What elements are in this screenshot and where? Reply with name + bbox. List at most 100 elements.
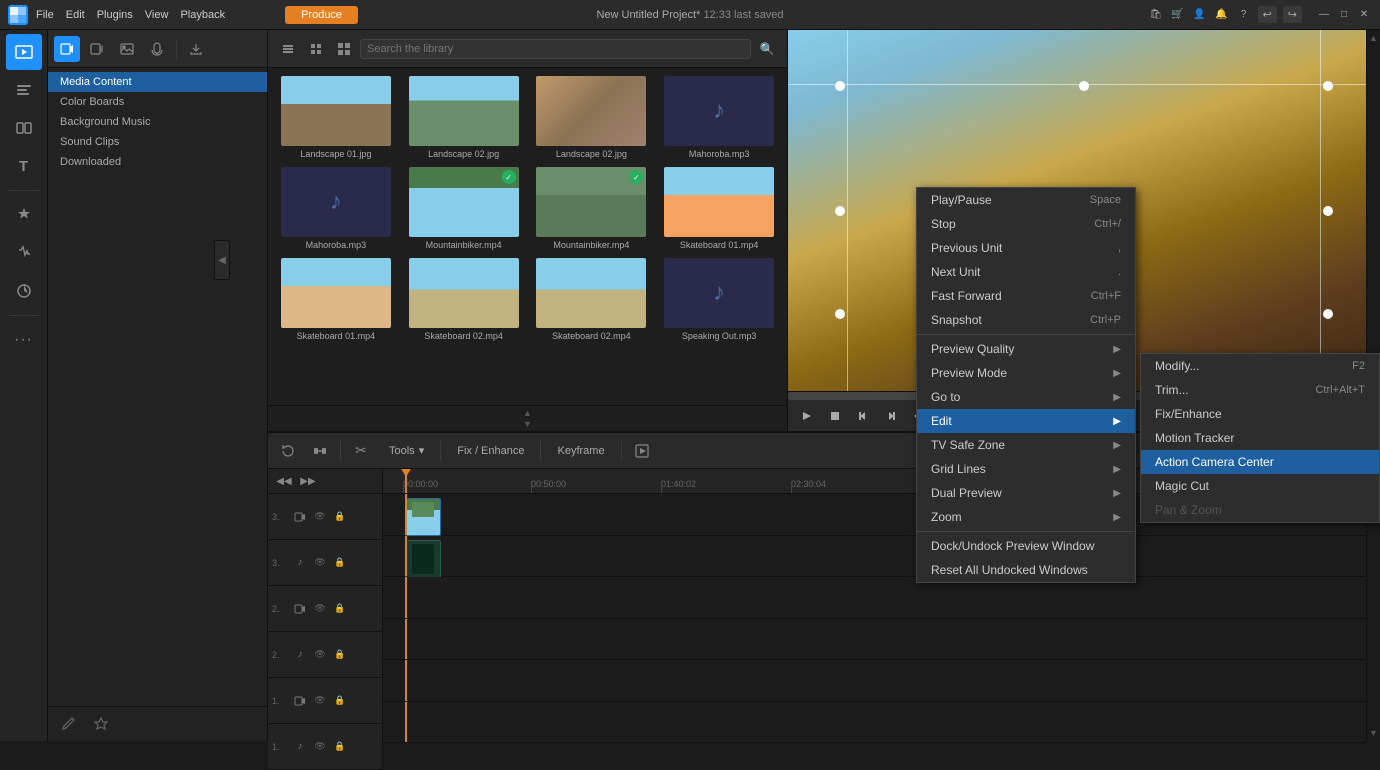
maximize-button[interactable]: □ — [1336, 7, 1352, 23]
ctx-tv-safe[interactable]: TV Safe Zone ▶ — [917, 433, 1135, 457]
stop-btn[interactable] — [824, 405, 846, 427]
ctx-stop[interactable]: Stop Ctrl+/ — [917, 212, 1135, 236]
menu-view[interactable]: View — [145, 9, 169, 21]
produce-button[interactable]: Produce — [285, 6, 358, 24]
media-nav-sound-clips[interactable]: Sound Clips — [48, 132, 267, 152]
lib-search-btn[interactable]: 🔍 — [755, 37, 779, 61]
ctx-dock-undock[interactable]: Dock/Undock Preview Window — [917, 534, 1135, 558]
tl-undo-btn[interactable] — [276, 439, 300, 463]
help-icon[interactable]: ? — [1236, 7, 1252, 23]
media-nav-bg-music[interactable]: Background Music — [48, 112, 267, 132]
sidebar-color-icon[interactable] — [6, 273, 42, 309]
sidebar-text-icon[interactable]: T — [6, 148, 42, 184]
sidebar-more-icon[interactable]: ··· — [6, 322, 42, 358]
media-nav-content[interactable]: Media Content — [48, 72, 267, 92]
edit-sub-modify[interactable]: Modify... F2 — [1141, 354, 1379, 378]
sidebar-media-icon[interactable] — [6, 34, 42, 70]
track-eye-btn[interactable]: 👁 — [312, 555, 328, 571]
track-lock-btn[interactable]: 🔒 — [332, 555, 348, 571]
track-clip[interactable] — [405, 498, 441, 536]
list-item[interactable]: ♪ Mahoroba.mp3 — [272, 163, 400, 254]
next-frame-btn[interactable] — [880, 405, 902, 427]
list-item[interactable]: Skateboard 01.mp4 — [272, 254, 400, 345]
media-tool-image-btn[interactable] — [114, 36, 140, 62]
menu-playback[interactable]: Playback — [180, 9, 225, 21]
store-icon[interactable]: 🛍 — [1148, 7, 1164, 23]
list-item[interactable]: ♪ Mahoroba.mp3 — [655, 72, 783, 163]
tl-media-btn[interactable] — [630, 439, 654, 463]
main-scroll-down-btn[interactable]: ▼ — [1366, 725, 1380, 741]
list-item[interactable]: Skateboard 02.mp4 — [400, 254, 528, 345]
media-tool-audio-btn[interactable] — [144, 36, 170, 62]
ctx-dual-preview[interactable]: Dual Preview ▶ — [917, 481, 1135, 505]
ctx-preview-mode[interactable]: Preview Mode ▶ — [917, 361, 1135, 385]
edge-handle-mr[interactable] — [1323, 206, 1333, 216]
list-item[interactable]: Landscape 01.jpg — [272, 72, 400, 163]
library-search-input[interactable] — [360, 39, 751, 59]
track-lock-btn[interactable]: 🔒 — [332, 601, 348, 617]
edge-handle-tm[interactable] — [1079, 81, 1089, 91]
track-lock-btn[interactable]: 🔒 — [332, 693, 348, 709]
edit-sub-action-cam[interactable]: Action Camera Center — [1141, 450, 1379, 474]
ctx-edit-active[interactable]: Edit ▶ — [917, 409, 1135, 433]
ctx-zoom[interactable]: Zoom ▶ — [917, 505, 1135, 529]
ctx-next-unit[interactable]: Next Unit . — [917, 260, 1135, 284]
media-import-btn[interactable] — [183, 36, 209, 62]
tl-tools-btn[interactable]: Tools ▾ — [381, 441, 432, 460]
track-eye-btn[interactable]: 👁 — [312, 601, 328, 617]
media-nav-color-boards[interactable]: Color Boards — [48, 92, 267, 112]
track-eye-btn[interactable]: 👁 — [312, 509, 328, 525]
prev-frame-btn[interactable] — [852, 405, 874, 427]
edit-sub-motion[interactable]: Motion Tracker — [1141, 426, 1379, 450]
edge-handle-ml[interactable] — [835, 206, 845, 216]
close-button[interactable]: ✕ — [1356, 7, 1372, 23]
draw-shape-btn[interactable] — [88, 711, 114, 737]
ctx-play-pause[interactable]: Play/Pause Space — [917, 188, 1135, 212]
ctx-fast-forward[interactable]: Fast Forward Ctrl+F — [917, 284, 1135, 308]
ctx-reset-undocked[interactable]: Reset All Undocked Windows — [917, 558, 1135, 582]
media-nav-downloaded[interactable]: Downloaded — [48, 152, 267, 172]
list-item[interactable]: Skateboard 01.mp4 — [655, 163, 783, 254]
tl-fix-btn[interactable]: Fix / Enhance — [449, 442, 532, 460]
track-lock-btn[interactable]: 🔒 — [332, 509, 348, 525]
media-tool-video2-btn[interactable] — [84, 36, 110, 62]
sidebar-timeline-icon[interactable] — [6, 72, 42, 108]
sidebar-audio-icon[interactable] — [6, 235, 42, 271]
lib-view-list-btn[interactable] — [276, 37, 300, 61]
menu-file[interactable]: File — [36, 9, 54, 21]
track-clip-audio[interactable] — [405, 540, 441, 578]
corner-handle-br[interactable] — [1323, 309, 1333, 319]
edit-sub-trim[interactable]: Trim... Ctrl+Alt+T — [1141, 378, 1379, 402]
menu-edit[interactable]: Edit — [66, 9, 85, 21]
main-scroll-up-btn[interactable]: ▲ — [1366, 30, 1380, 46]
ctx-prev-unit[interactable]: Previous Unit , — [917, 236, 1135, 260]
tl-keyframe-btn[interactable]: Keyframe — [549, 442, 612, 460]
list-item[interactable]: ♪ Speaking Out.mp3 — [655, 254, 783, 345]
tl-scroll-right-btn[interactable]: ▶▶ — [296, 469, 320, 493]
undo-button[interactable]: ↩ — [1258, 6, 1277, 23]
track-lock-btn[interactable]: 🔒 — [332, 647, 348, 663]
tl-snap-btn[interactable] — [308, 439, 332, 463]
ctx-snapshot[interactable]: Snapshot Ctrl+P — [917, 308, 1135, 332]
account-icon[interactable]: 👤 — [1192, 7, 1208, 23]
list-item[interactable]: ✓ Mountainbiker.mp4 — [528, 163, 656, 254]
list-item[interactable]: Landscape 02.jpg — [400, 72, 528, 163]
corner-handle-tr[interactable] — [1323, 81, 1333, 91]
scroll-down-icon[interactable]: ▼ — [523, 419, 532, 429]
list-item[interactable]: Skateboard 02.mp4 — [528, 254, 656, 345]
corner-handle-tl[interactable] — [835, 81, 845, 91]
lib-view-grid-btn[interactable] — [304, 37, 328, 61]
edit-sub-magic-cut[interactable]: Magic Cut — [1141, 474, 1379, 498]
draw-pen-btn[interactable] — [56, 711, 82, 737]
redo-button[interactable]: ↪ — [1283, 6, 1302, 23]
ctx-preview-quality[interactable]: Preview Quality ▶ — [917, 337, 1135, 361]
media-tool-video-btn[interactable] — [54, 36, 80, 62]
play-btn[interactable] — [796, 405, 818, 427]
track-eye-btn[interactable]: 👁 — [312, 693, 328, 709]
list-item[interactable]: Landscape 02.jpg — [528, 72, 656, 163]
minimize-button[interactable]: — — [1316, 7, 1332, 23]
lib-view-large-btn[interactable] — [332, 37, 356, 61]
edit-sub-fix[interactable]: Fix/Enhance — [1141, 402, 1379, 426]
cart-icon[interactable]: 🛒 — [1170, 7, 1186, 23]
sidebar-transitions-icon[interactable] — [6, 110, 42, 146]
